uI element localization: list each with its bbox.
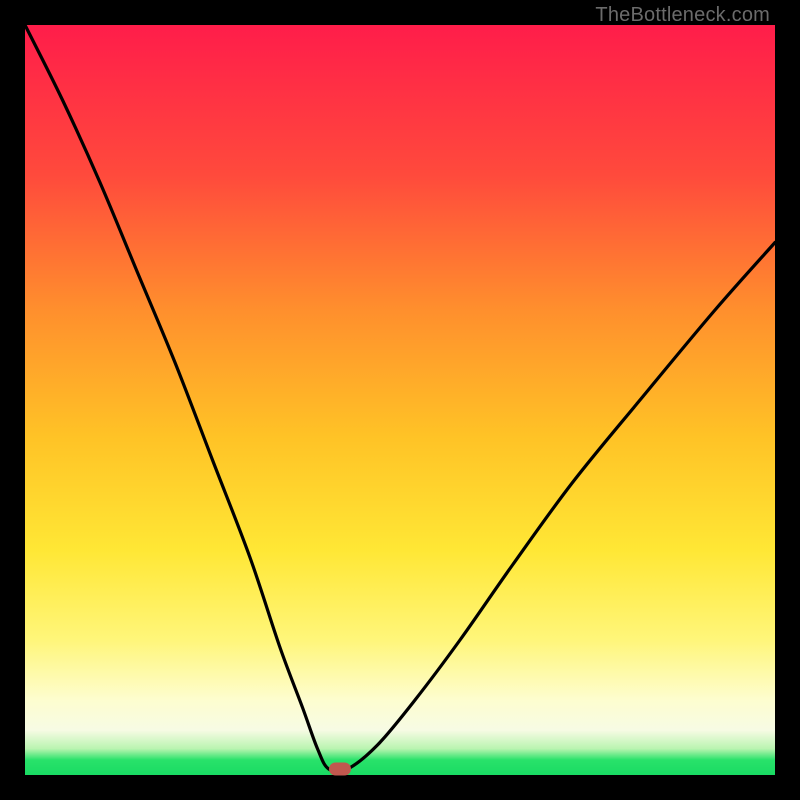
optimal-marker (329, 763, 351, 776)
watermark-text: TheBottleneck.com (595, 4, 770, 27)
bottleneck-curve (25, 25, 775, 775)
chart-frame: TheBottleneck.com (0, 0, 800, 800)
plot-area (25, 25, 775, 775)
